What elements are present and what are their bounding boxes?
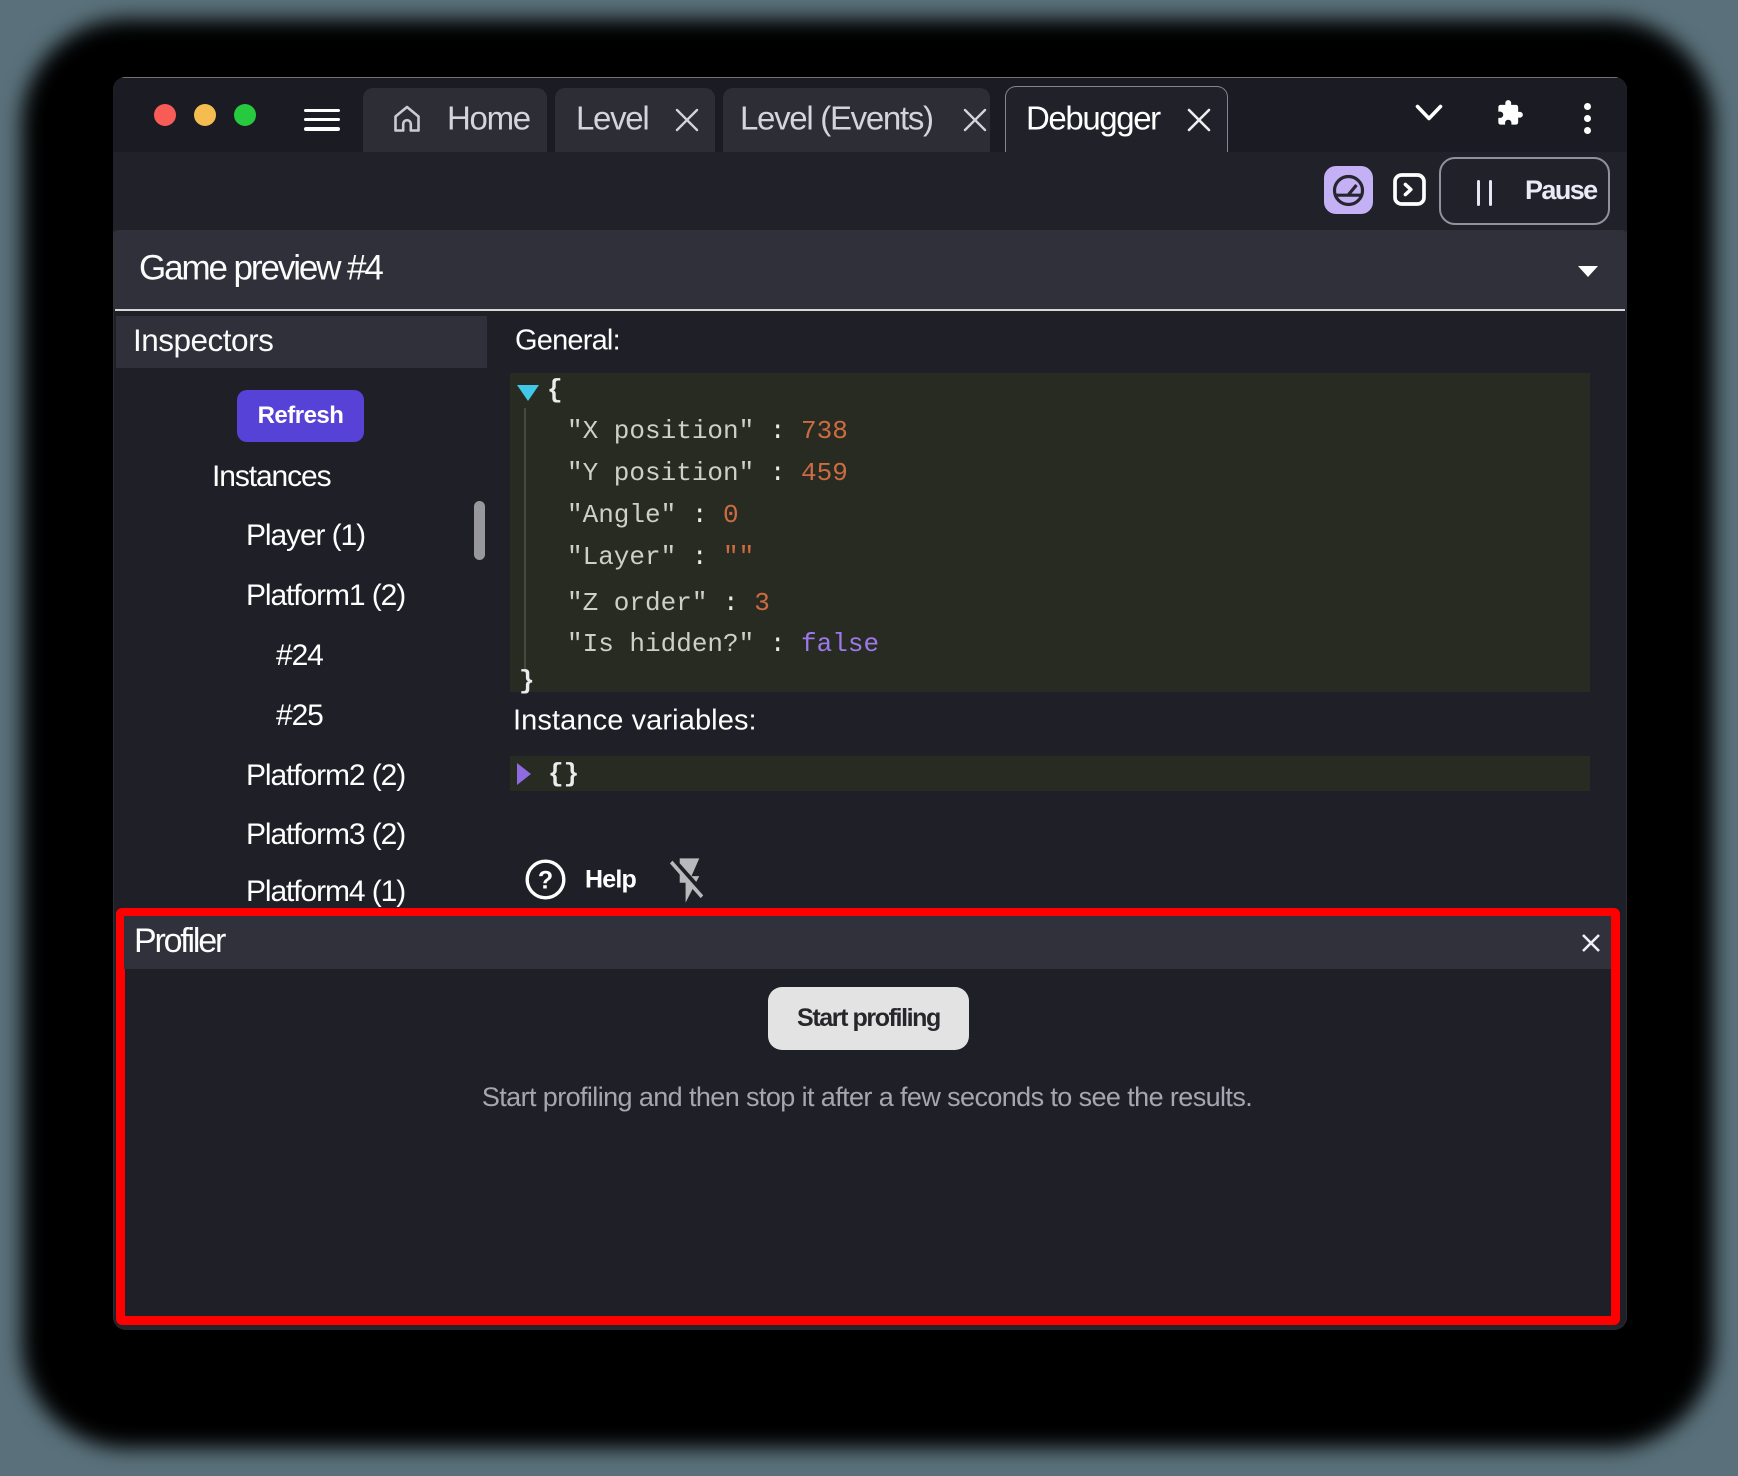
svg-text:?: ?	[538, 867, 553, 895]
